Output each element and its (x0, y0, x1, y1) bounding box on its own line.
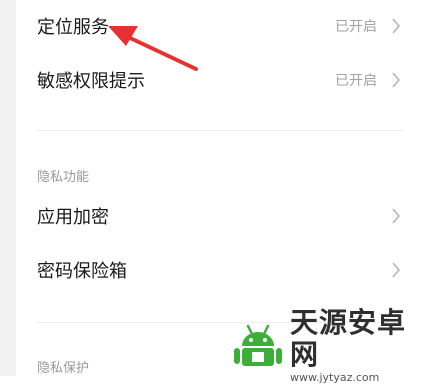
watermark-name: 天源安卓网 (290, 306, 407, 371)
android-logo-icon (232, 320, 284, 372)
watermark-url: www.jytyaz.com (290, 371, 380, 384)
site-watermark: 天源安卓网 www.jytyaz.com (232, 307, 425, 384)
